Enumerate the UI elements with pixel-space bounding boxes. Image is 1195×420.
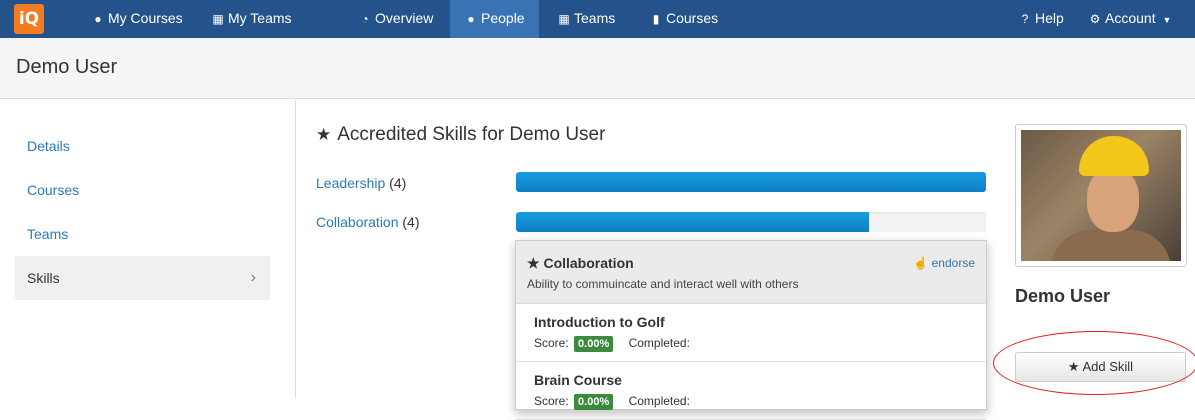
user-icon: ● [94, 12, 102, 26]
nav-my-teams[interactable]: ▦ My Teams [211, 0, 292, 38]
avatar [1015, 124, 1187, 267]
nav-teams[interactable]: ▦ Teams [557, 0, 615, 38]
add-skill-label: Add Skill [1082, 359, 1134, 374]
score-badge: 0.00% [574, 336, 614, 352]
skill-progress-fill [516, 172, 986, 192]
skill-popover: ★ Collaboration Ability to commuincate a… [515, 240, 987, 420]
completed-label: Completed: [628, 336, 690, 350]
skill-row-leadership: Leadership (4) [316, 175, 406, 191]
popover-title: ★ Collaboration [527, 255, 634, 272]
skill-row-collaboration: Collaboration (4) [316, 214, 420, 230]
nav-courses-label: Courses [666, 10, 719, 26]
profile-photo [1021, 130, 1181, 261]
popover-header: ★ Collaboration Ability to commuincate a… [516, 241, 986, 304]
nav-people-label: People [481, 10, 525, 26]
endorse-link[interactable]: ☝ endorse [913, 256, 975, 270]
course-name: Brain Course [534, 372, 622, 388]
skill-progress-bar [516, 172, 986, 192]
add-skill-button[interactable]: ★ Add Skill [1015, 352, 1186, 382]
skills-heading: ★ Accredited Skills for Demo User [316, 124, 605, 146]
popover-description: Ability to commuincate and interact well… [527, 277, 799, 291]
users-icon: ● [467, 12, 475, 26]
nav-courses[interactable]: ▮ Courses [649, 0, 718, 38]
nav-help[interactable]: ? Help [1018, 0, 1064, 38]
sitemap-icon: ▦ [558, 12, 570, 26]
star-icon: ★ [316, 125, 332, 144]
chevron-right-icon: › [250, 269, 256, 286]
sidebar: Details Courses Teams Skills › [0, 99, 296, 398]
sidebar-item-skills[interactable]: Skills › [15, 256, 270, 300]
list-item[interactable]: Brain Course Score: 0.00% Completed: [516, 362, 986, 420]
logo[interactable]: iQ [14, 4, 44, 34]
nav-people[interactable]: ● People [450, 0, 539, 38]
course-name: Introduction to Golf [534, 314, 665, 330]
gear-icon: ⚙ [1089, 12, 1101, 26]
sidebar-item-courses[interactable]: Courses [15, 168, 270, 212]
sidebar-item-label: Courses [27, 182, 80, 198]
question-icon: ? [1021, 12, 1029, 26]
nav-account-label: Account [1105, 10, 1156, 26]
skill-link[interactable]: Collaboration [316, 214, 399, 230]
top-navbar: iQ ● My Courses ▦ My Teams ◔ Overview ● Peop… [0, 0, 1195, 38]
sidebar-item-details[interactable]: Details [15, 124, 270, 168]
nav-teams-label: Teams [574, 10, 616, 26]
nav-help-label: Help [1035, 10, 1064, 26]
score-label: Score: [534, 394, 569, 408]
nav-my-courses[interactable]: ● My Courses [91, 0, 183, 38]
sidebar-item-label: Skills [27, 270, 60, 286]
skill-count: (4) [402, 214, 420, 230]
course-meta: Score: 0.00% Completed: [534, 394, 690, 410]
profile-name: Demo User [1015, 286, 1111, 306]
star-icon: ★ [1067, 359, 1080, 374]
completed-label: Completed: [628, 394, 690, 408]
star-icon: ★ [527, 255, 540, 271]
nav-account[interactable]: ⚙ Account ▼ [1088, 0, 1172, 38]
nav-overview[interactable]: ◔ Overview [358, 0, 433, 38]
sidebar-item-label: Details [27, 138, 70, 154]
popover-title-text: Collaboration [543, 255, 634, 271]
nav-overview-label: Overview [375, 10, 434, 26]
skills-heading-text: Accredited Skills for Demo User [337, 124, 606, 145]
list-item[interactable]: Introduction to Golf Score: 0.00% Comple… [516, 304, 986, 362]
course-meta: Score: 0.00% Completed: [534, 336, 690, 352]
book-icon: ▮ [652, 12, 660, 26]
score-label: Score: [534, 336, 569, 350]
sidebar-item-label: Teams [27, 226, 69, 242]
sitemap-icon: ▦ [212, 12, 224, 26]
caret-down-icon: ▼ [1162, 15, 1172, 25]
skill-progress-fill [516, 212, 869, 232]
dashboard-icon: ◔ [361, 12, 369, 26]
nav-my-teams-label: My Teams [228, 10, 292, 26]
endorse-label: endorse [931, 256, 975, 270]
skill-link[interactable]: Leadership [316, 175, 385, 191]
page-title: Demo User [16, 56, 118, 78]
nav-my-courses-label: My Courses [108, 10, 183, 26]
skill-count: (4) [389, 175, 407, 191]
score-badge: 0.00% [574, 394, 614, 410]
sidebar-item-teams[interactable]: Teams [15, 212, 270, 256]
thumbs-up-icon: ☝ [913, 256, 929, 270]
skill-progress-bar [516, 212, 986, 232]
page-header: Demo User [0, 38, 1195, 99]
